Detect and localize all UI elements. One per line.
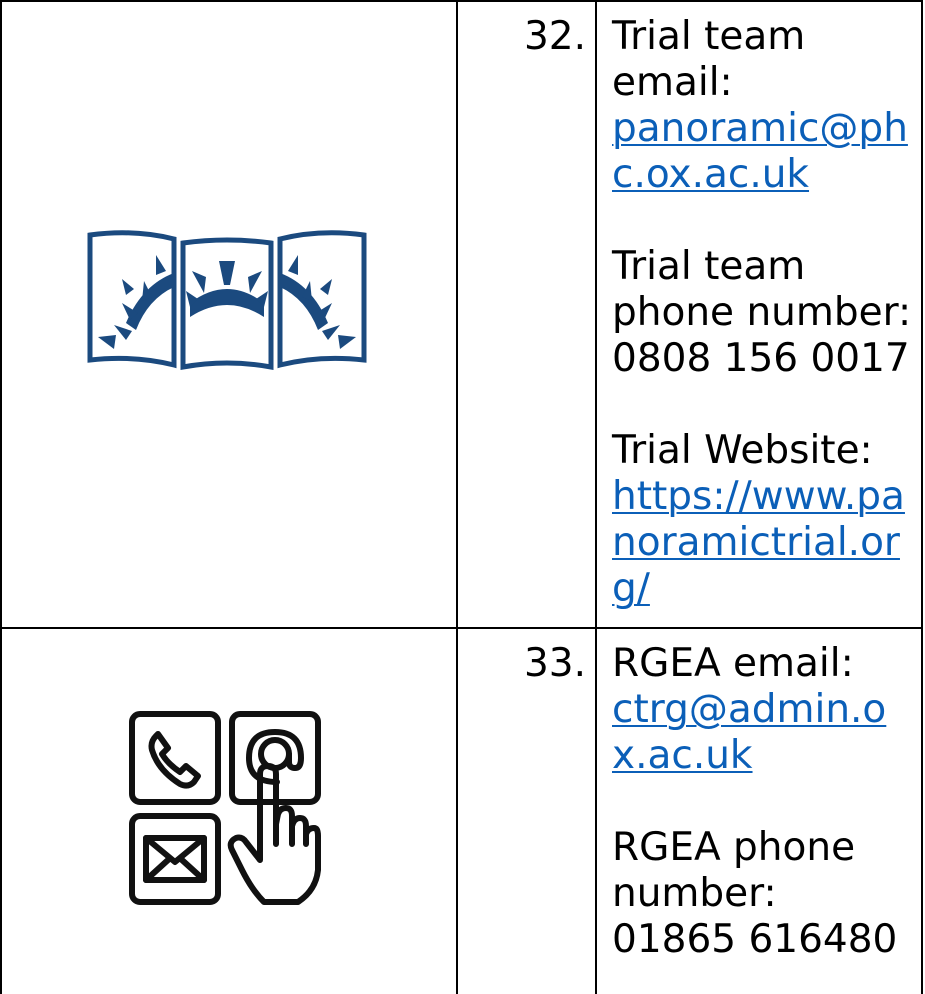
- table-divider-number-column: [595, 0, 597, 994]
- table-divider-icon-column: [456, 0, 458, 994]
- table-row-divider: [0, 627, 923, 629]
- website-label: Trial Website:: [612, 428, 873, 473]
- email-label: Trial team email:: [612, 14, 806, 105]
- mail-icon: [143, 835, 207, 883]
- row-number: 32.: [523, 14, 586, 59]
- row-number: 33.: [523, 641, 586, 686]
- contact-details-trial-team: Trial team email: panoramic@phc.ox.ac.uk…: [612, 14, 912, 612]
- phone-icon: [148, 731, 201, 789]
- email-link[interactable]: panoramic@phc.ox.ac.uk: [612, 106, 908, 197]
- contact-table: 32. Trial team email: panoramic@phc.ox.a…: [0, 0, 925, 994]
- table-border-top: [0, 0, 923, 2]
- phone-label: RGEA phone number:: [612, 825, 856, 916]
- email-label: RGEA email:: [612, 641, 854, 686]
- table-border-right: [921, 0, 923, 994]
- website-link[interactable]: https://www.panoramictrial.org/: [612, 474, 905, 611]
- phone-number: 0808 156 0017: [612, 336, 910, 381]
- table-border-left: [0, 0, 2, 994]
- contact-details-rgea: RGEA email: ctrg@admin.ox.ac.uk RGEA pho…: [612, 641, 912, 963]
- panoramic-logo-icon: [86, 227, 368, 371]
- contact-methods-icon: [128, 710, 322, 906]
- phone-number: 01865 616480: [612, 917, 898, 962]
- phone-label: Trial team phone number:: [612, 244, 912, 335]
- email-link[interactable]: ctrg@admin.ox.ac.uk: [612, 687, 886, 778]
